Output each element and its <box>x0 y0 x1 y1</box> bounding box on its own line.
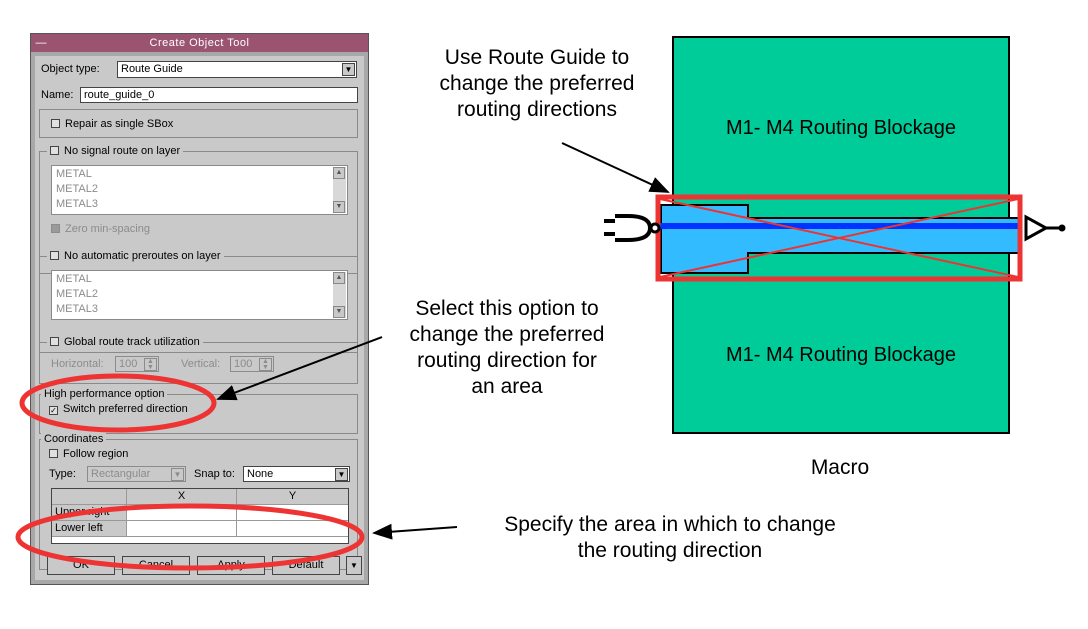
switch-option-highlight <box>19 373 217 433</box>
macro-label: Macro <box>810 456 870 479</box>
blockage-bottom-label: M1- M4 Routing Blockage <box>725 344 957 366</box>
note-line: change the preferred <box>439 72 635 95</box>
note-line: routing directions <box>457 98 617 121</box>
note-line: Specify the area in which to change <box>504 513 836 536</box>
note-line: the routing direction <box>577 539 763 562</box>
note-line: Use Route Guide to <box>444 46 630 69</box>
note-line: Select this option to <box>415 297 599 320</box>
and-gate-icon <box>604 214 661 242</box>
route-guide-arrow <box>561 142 670 193</box>
note-line: change the preferred <box>409 323 605 346</box>
coordinates-highlight <box>15 503 365 571</box>
note-line: routing direction for <box>417 349 597 372</box>
route-guide-note: Use Route Guide to change the preferred … <box>402 45 672 123</box>
select-option-note: Select this option to change the preferr… <box>372 296 642 400</box>
channel-edge-bottom <box>747 252 1018 254</box>
blockage-top-label: M1- M4 Routing Blockage <box>725 117 957 139</box>
option-arrow <box>216 336 383 401</box>
area-arrow <box>372 523 458 540</box>
buffer-icon <box>1024 214 1066 242</box>
specify-area-note: Specify the area in which to change the … <box>452 512 888 564</box>
note-line: an area <box>471 375 543 398</box>
